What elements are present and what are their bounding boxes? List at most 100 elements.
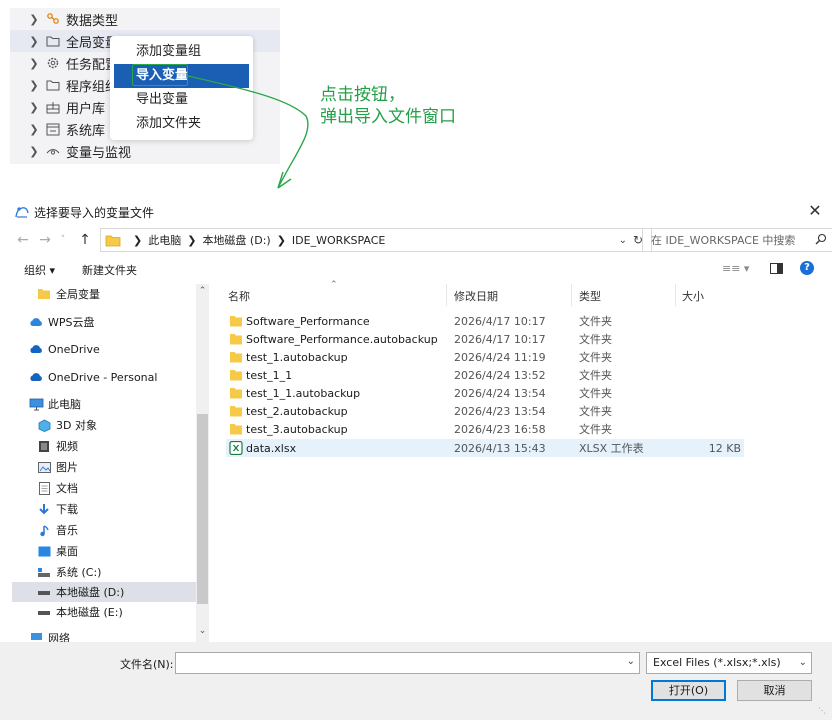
- file-list: 名称 ⌃ 修改日期 类型 大小 Software_Performance 202…: [220, 280, 824, 642]
- chevron-down-icon[interactable]: ⌄: [799, 653, 807, 673]
- folder-icon: [230, 334, 242, 345]
- cloud-icon: [28, 370, 44, 384]
- nav-item-label: 全局变量: [56, 288, 100, 301]
- nav-item-drive-c[interactable]: 系统 (C:): [12, 562, 209, 582]
- column-separator[interactable]: [571, 284, 572, 306]
- cloud-icon: [28, 315, 44, 329]
- file-row[interactable]: test_3.autobackup 2026/4/23 16:58 文件夹: [226, 420, 744, 438]
- folder-icon: [230, 388, 242, 399]
- dialog-footer: 文件名(N): ⌄ Excel Files (*.xlsx;*.xls) ⌄ 打…: [0, 642, 832, 720]
- file-row[interactable]: test_1.autobackup 2026/4/24 11:19 文件夹: [226, 348, 744, 366]
- new-folder-button[interactable]: 新建文件夹: [82, 262, 137, 278]
- scroll-down-icon[interactable]: ⌄: [196, 626, 209, 636]
- nav-item-drive-d[interactable]: 本地磁盘 (D:): [12, 582, 209, 602]
- back-arrow-icon[interactable]: ←: [14, 230, 32, 250]
- file-date: 2026/4/23 13:54: [454, 404, 546, 418]
- nav-item-global-variables[interactable]: 全局变量: [12, 284, 209, 304]
- file-name: Software_Performance.autobackup: [246, 332, 438, 346]
- forward-arrow-icon[interactable]: →: [36, 230, 54, 250]
- view-options-icon[interactable]: ≡≡ ▾: [722, 262, 749, 275]
- close-icon[interactable]: ✕: [806, 203, 824, 221]
- help-icon[interactable]: ?: [800, 261, 814, 275]
- open-button[interactable]: 打开(O): [651, 680, 726, 701]
- nav-item-onedrive-personal[interactable]: OneDrive - Personal: [12, 367, 209, 387]
- nav-item-3d-objects[interactable]: 3D 对象: [12, 415, 209, 435]
- preview-pane-icon[interactable]: [770, 263, 783, 277]
- file-date: 2026/4/24 11:19: [454, 350, 546, 364]
- nav-item-pictures[interactable]: 图片: [12, 457, 209, 477]
- file-row[interactable]: Software_Performance 2026/4/17 10:17 文件夹: [226, 312, 744, 330]
- drive-icon: [36, 585, 52, 599]
- file-name: Software_Performance: [246, 314, 370, 328]
- nav-item-drive-e[interactable]: 本地磁盘 (E:): [12, 602, 209, 622]
- file-size: 12 KB: [708, 441, 741, 455]
- file-type-filter[interactable]: Excel Files (*.xlsx;*.xls) ⌄: [646, 652, 812, 674]
- nav-item-downloads[interactable]: 下载: [12, 499, 209, 519]
- folder-icon: [36, 287, 52, 301]
- nav-item-videos[interactable]: 视频: [12, 436, 209, 456]
- column-header-name[interactable]: 名称: [228, 288, 250, 304]
- nav-item-desktop[interactable]: 桌面: [12, 541, 209, 561]
- scroll-up-icon[interactable]: ⌃: [196, 286, 209, 296]
- search-input[interactable]: [651, 233, 801, 247]
- nav-item-onedrive[interactable]: OneDrive: [12, 339, 209, 359]
- chevron-down-icon[interactable]: ⌄: [627, 656, 635, 667]
- file-type-filter-value: Excel Files (*.xlsx;*.xls): [653, 656, 781, 669]
- column-separator[interactable]: [446, 284, 447, 306]
- nav-scrollbar[interactable]: ⌃ ⌄: [196, 284, 209, 642]
- file-row[interactable]: test_2.autobackup 2026/4/23 13:54 文件夹: [226, 402, 744, 420]
- search-icon[interactable]: [815, 233, 827, 248]
- file-name: test_1.autobackup: [246, 350, 348, 364]
- nav-item-label: 视频: [56, 440, 78, 453]
- folder-icon: [230, 406, 242, 417]
- nav-item-documents[interactable]: 文档: [12, 478, 209, 498]
- nav-item-label: 文档: [56, 482, 78, 495]
- folder-icon: [105, 234, 121, 247]
- nav-item-music[interactable]: 音乐: [12, 520, 209, 540]
- nav-item-wps-cloud[interactable]: WPS云盘: [12, 312, 209, 332]
- document-icon: [36, 481, 52, 495]
- excel-file-icon: [229, 441, 243, 455]
- nav-item-label: WPS云盘: [48, 316, 95, 329]
- column-separator[interactable]: [675, 284, 676, 306]
- dialog-title-bar: 选择要导入的变量文件: [14, 203, 154, 221]
- nav-item-label: OneDrive: [48, 342, 100, 356]
- file-row[interactable]: test_1_1 2026/4/24 13:52 文件夹: [226, 366, 744, 384]
- file-row[interactable]: test_1_1.autobackup 2026/4/24 13:54 文件夹: [226, 384, 744, 402]
- organize-button[interactable]: 组织 ▾: [24, 262, 55, 278]
- up-arrow-icon[interactable]: ↑: [76, 230, 94, 250]
- picture-icon: [36, 460, 52, 474]
- file-date: 2026/4/17 10:17: [454, 332, 546, 346]
- file-row-selected[interactable]: data.xlsx 2026/4/13 15:43 XLSX 工作表 12 KB: [226, 439, 744, 457]
- nav-item-label: 本地磁盘 (D:): [56, 586, 125, 599]
- breadcrumb-this-pc[interactable]: 此电脑: [148, 232, 181, 248]
- recent-dropdown-icon[interactable]: ˅: [58, 230, 68, 250]
- network-icon: [28, 631, 44, 642]
- file-name: data.xlsx: [246, 441, 297, 455]
- annotation-text: 点击按钮， 弹出导入文件窗口: [320, 84, 456, 128]
- column-header-size[interactable]: 大小: [682, 288, 704, 304]
- file-date: 2026/4/24 13:54: [454, 386, 546, 400]
- download-icon: [36, 502, 52, 516]
- column-header-date[interactable]: 修改日期: [454, 288, 498, 304]
- music-icon: [36, 523, 52, 537]
- video-icon: [36, 439, 52, 453]
- cancel-button[interactable]: 取消: [737, 680, 812, 701]
- file-row[interactable]: Software_Performance.autobackup 2026/4/1…: [226, 330, 744, 348]
- nav-item-this-pc[interactable]: 此电脑: [12, 394, 209, 414]
- breadcrumb-drive-d[interactable]: 本地磁盘 (D:): [202, 232, 270, 248]
- scrollbar-thumb[interactable]: [197, 414, 208, 604]
- column-header-type[interactable]: 类型: [579, 288, 601, 304]
- app-icon: [14, 205, 30, 219]
- filename-input[interactable]: [176, 653, 616, 673]
- breadcrumb-workspace[interactable]: IDE_WORKSPACE: [292, 234, 385, 247]
- chevron-down-icon[interactable]: ⌄: [619, 235, 627, 246]
- file-type: 文件夹: [579, 351, 612, 364]
- breadcrumb-separator: ❯: [187, 233, 197, 247]
- file-type: XLSX 工作表: [579, 442, 644, 455]
- nav-item-network[interactable]: 网络: [12, 628, 209, 642]
- nav-item-label: 图片: [56, 461, 78, 474]
- address-bar[interactable]: ❯ 此电脑 ❯ 本地磁盘 (D:) ❯ IDE_WORKSPACE ⌄ ↻: [100, 228, 652, 252]
- resize-grip-icon[interactable]: ⋱: [818, 706, 826, 715]
- file-type: 文件夹: [579, 405, 612, 418]
